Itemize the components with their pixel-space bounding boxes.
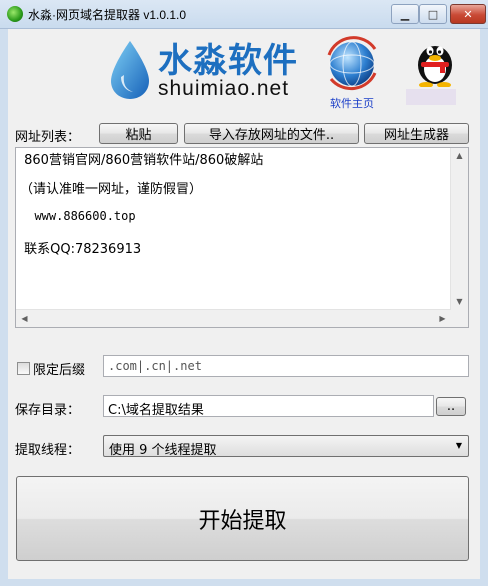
scroll-right-icon[interactable]: ▶ [434,314,451,323]
paste-button[interactable]: 粘贴 [99,123,178,144]
import-file-button[interactable]: 导入存放网址的文件.. [184,123,359,144]
close-icon: ✕ [463,7,473,21]
qq-caption-blur [406,89,456,105]
maximize-button[interactable]: □ [419,4,447,24]
threads-label: 提取线程： [15,443,81,458]
qq-penguin-icon[interactable] [413,35,457,87]
url-list-line: 联系QQ:78236913 [20,242,142,257]
maximize-icon: □ [427,7,439,21]
save-dir-input[interactable]: C:\域名提取结果 [103,395,434,418]
globe-icon[interactable] [323,35,381,93]
scrollbar-corner [451,310,468,327]
horizontal-scrollbar[interactable]: ◀ ▶ [16,309,451,327]
app-icon [7,6,23,22]
url-list-line: 860营销官网/860营销软件站/860破解站 [20,153,264,168]
start-extract-button[interactable]: 开始提取 [16,476,469,561]
client-area: 水淼软件 shuimiao.net 软件主页 网址列表： 粘贴 导入存放网址的文… [8,29,480,579]
url-list-line: www.886600.top [20,209,136,223]
scroll-down-icon[interactable]: ▼ [451,297,468,306]
save-dir-label: 保存目录： [15,403,81,418]
scroll-left-icon[interactable]: ◀ [16,314,33,323]
url-list-label: 网址列表： [15,130,81,145]
browse-button[interactable]: .. [436,397,466,416]
minimize-button[interactable]: ▁ [391,4,419,24]
logo-text-en: shuimiao.net [158,77,290,100]
url-list-line: （请认准唯一网址，谨防假冒） [20,182,203,197]
home-link[interactable]: 软件主页 [330,95,374,111]
suffix-input[interactable]: .com|.cn|.net [103,355,469,377]
scroll-up-icon[interactable]: ▲ [451,151,468,160]
threads-select[interactable]: 使用 9 个线程提取 ▼ [103,435,469,458]
url-generator-button[interactable]: 网址生成器 [364,123,469,144]
threads-selected-value: 使用 9 个线程提取 [109,443,217,458]
suffix-label: 限定后缀 [33,363,86,378]
minimize-icon: ▁ [400,7,410,21]
water-drop-icon [111,41,149,99]
close-button[interactable]: ✕ [450,4,486,24]
logo-text-cn: 水淼软件 [158,41,298,81]
url-list-textarea[interactable]: 860营销官网/860营销软件站/860破解站 （请认准唯一网址，谨防假冒） w… [15,147,469,328]
vertical-scrollbar[interactable]: ▲ ▼ [450,148,468,311]
title-bar: 水淼·网页域名提取器 v1.0.1.0 ▁ □ ✕ [0,0,488,29]
window-title: 水淼·网页域名提取器 v1.0.1.0 [28,8,187,22]
chevron-down-icon: ▼ [455,441,462,450]
suffix-checkbox[interactable] [17,362,30,375]
